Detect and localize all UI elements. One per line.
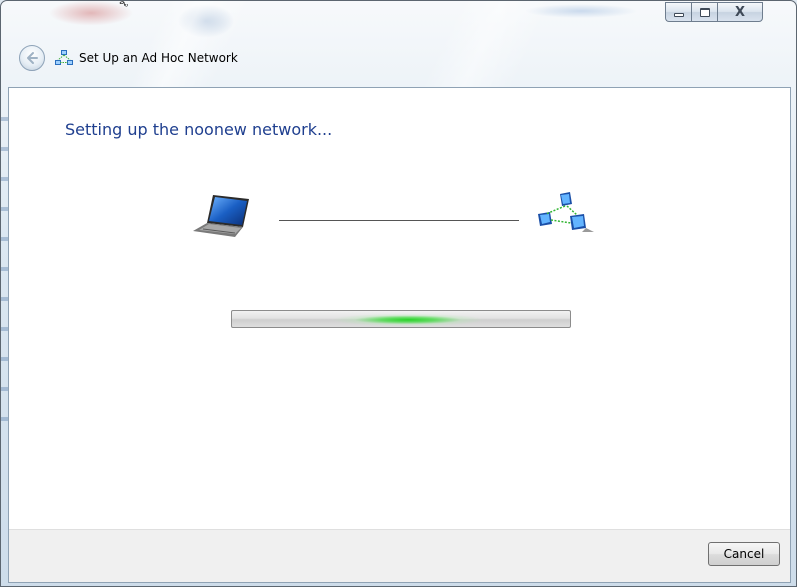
dialog-footer: Cancel [9,529,790,582]
progress-indicator [332,311,484,327]
status-heading: Setting up the noonew network... [65,120,333,139]
maximize-icon [699,7,710,17]
back-button[interactable] [19,45,45,71]
connection-line [279,220,519,221]
laptop-icon [193,195,249,237]
wizard-header: Set Up an Ad Hoc Network [19,45,238,71]
minimize-button[interactable] [665,2,691,22]
background-text-fragment: ຊ ູ [119,0,131,7]
caption-buttons: X [665,2,763,22]
close-icon: X [734,4,746,20]
maximize-button[interactable] [691,2,717,22]
network-icon [538,192,594,232]
ad-hoc-network-icon [55,50,73,65]
back-arrow-icon [27,52,38,64]
close-button[interactable]: X [717,2,763,22]
dialog-window: ຊ ູ X Set Up an Ad Hoc Network Setting u… [0,0,797,587]
wizard-content: Setting up the noonew network... Cancel [8,87,791,583]
background-desktop-edge [1,91,8,441]
window-title: Set Up an Ad Hoc Network [79,51,238,65]
cancel-button[interactable]: Cancel [708,542,780,566]
progress-bar [231,310,571,328]
minimize-icon [673,13,684,17]
